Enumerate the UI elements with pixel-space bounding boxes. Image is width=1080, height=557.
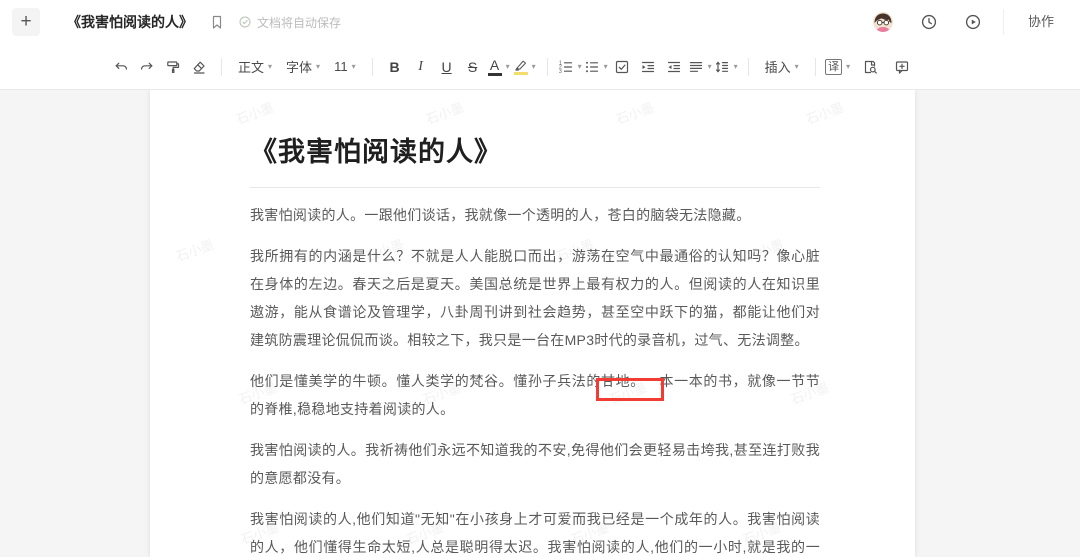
paragraph[interactable]: 我害怕阅读的人。我祈祷他们永远不知道我的不安,免得他们会更轻易击垮我,甚至连打败… (250, 436, 820, 492)
svg-text:3: 3 (559, 68, 562, 74)
paragraph-style-value: 正文 (238, 57, 264, 76)
chevron-down-icon: ▾ (316, 63, 320, 71)
font-family-dropdown[interactable]: 字体 ▾ (286, 57, 320, 76)
text-align-button[interactable]: ▾ (687, 53, 713, 81)
paragraph-style-dropdown[interactable]: 正文 ▾ (238, 57, 272, 76)
watermark: 石小墨 (173, 234, 216, 265)
translate-button[interactable]: 译 ▾ (825, 53, 851, 81)
paragraph[interactable]: 我害怕阅读的人,他们知道"无知"在小孩身上才可爱而我已经是一个成年的人。我害怕阅… (250, 505, 820, 557)
chevron-down-icon: ▾ (578, 63, 582, 71)
bold-button[interactable]: B (382, 53, 408, 81)
translate-label: 译 (825, 59, 842, 75)
toolbar-separator (815, 58, 816, 76)
bookmark-icon[interactable] (209, 14, 225, 30)
autosave-status: 文档将自动保存 (238, 14, 341, 31)
check-circle-icon (238, 15, 252, 29)
paragraph[interactable]: 我害怕阅读的人。一跟他们谈话，我就像一个透明的人，苍白的脑袋无法隐藏。 (250, 201, 820, 229)
toolbar-separator (372, 58, 373, 76)
font-color-button[interactable]: A ▾ (486, 53, 512, 81)
format-painter-button[interactable] (160, 53, 186, 81)
chevron-down-icon: ▾ (506, 63, 510, 71)
find-replace-button[interactable] (857, 53, 883, 81)
toolbar-separator (748, 58, 749, 76)
document-body[interactable]: 《我害怕阅读的人》 我害怕阅读的人。一跟他们谈话，我就像一个透明的人，苍白的脑袋… (250, 90, 820, 557)
user-avatar[interactable] (873, 12, 893, 32)
editor-scroll-area[interactable]: 石小墨 石小墨 石小墨 石小墨 石小墨 石小墨 石小墨 石小墨 石小墨 石小墨 … (0, 90, 1080, 557)
top-bar: + 《我害怕阅读的人》 文档将自动保存 (0, 0, 1080, 44)
insert-dropdown[interactable]: 插入 ▾ (765, 57, 799, 76)
comment-button[interactable] (889, 53, 915, 81)
font-size-dropdown[interactable]: 11 ▾ (334, 59, 356, 74)
formatting-toolbar: 正文 ▾ 字体 ▾ 11 ▾ B I U S A ▾ ▾ 1 2 (0, 44, 1080, 90)
strikethrough-button[interactable]: S (460, 53, 486, 81)
underline-button[interactable]: U (434, 53, 460, 81)
bullet-list-button[interactable]: ▾ (583, 53, 609, 81)
font-color-swatch (488, 73, 502, 76)
indent-decrease-button[interactable] (661, 53, 687, 81)
paragraph[interactable]: 他们是懂美学的牛顿。懂人类学的梵谷。懂孙子兵法的甘地。一本一本的书，就像一节节的… (250, 367, 820, 423)
chevron-down-icon: ▾ (352, 63, 356, 71)
presentation-play-button[interactable] (951, 6, 995, 38)
insert-label: 插入 (765, 57, 791, 76)
red-annotation-box (596, 378, 664, 401)
highlighter-icon (514, 59, 528, 71)
document-page[interactable]: 石小墨 石小墨 石小墨 石小墨 石小墨 石小墨 石小墨 石小墨 石小墨 石小墨 … (150, 90, 915, 557)
undo-button[interactable] (108, 53, 134, 81)
chevron-down-icon: ▾ (795, 63, 799, 71)
indent-increase-button[interactable] (635, 53, 661, 81)
italic-button[interactable]: I (408, 53, 434, 81)
chevron-down-icon: ▾ (846, 63, 850, 71)
redo-button[interactable] (134, 53, 160, 81)
topbar-actions: 协作 (873, 6, 1068, 38)
highlight-color-button[interactable]: ▾ (512, 53, 538, 81)
history-button[interactable] (907, 6, 951, 38)
toolbar-separator (547, 58, 548, 76)
collaborate-button[interactable]: 协作 (1003, 9, 1068, 35)
font-color-letter: A (490, 58, 499, 72)
checklist-button[interactable] (609, 53, 635, 81)
numbered-list-button[interactable]: 1 2 3 ▾ (557, 53, 583, 81)
new-document-button[interactable]: + (12, 8, 40, 36)
document-title[interactable]: 《我害怕阅读的人》 (67, 12, 193, 32)
chevron-down-icon: ▾ (268, 63, 272, 71)
clear-format-eraser-button[interactable] (186, 53, 212, 81)
highlight-color-swatch (514, 72, 528, 75)
chevron-down-icon: ▾ (532, 63, 536, 71)
chevron-down-icon: ▾ (708, 63, 712, 71)
autosave-label: 文档将自动保存 (257, 14, 341, 31)
chevron-down-icon: ▾ (604, 63, 608, 71)
chevron-down-icon: ▾ (734, 63, 738, 71)
font-size-value: 11 (334, 59, 348, 74)
toolbar-separator (221, 58, 222, 76)
font-family-value: 字体 (286, 57, 312, 76)
document-heading[interactable]: 《我害怕阅读的人》 (250, 130, 820, 188)
line-spacing-button[interactable]: ▾ (713, 53, 739, 81)
paragraph[interactable]: 我所拥有的内涵是什么？不就是人人能脱口而出，游荡在空气中最通俗的认知吗？像心脏在… (250, 242, 820, 354)
